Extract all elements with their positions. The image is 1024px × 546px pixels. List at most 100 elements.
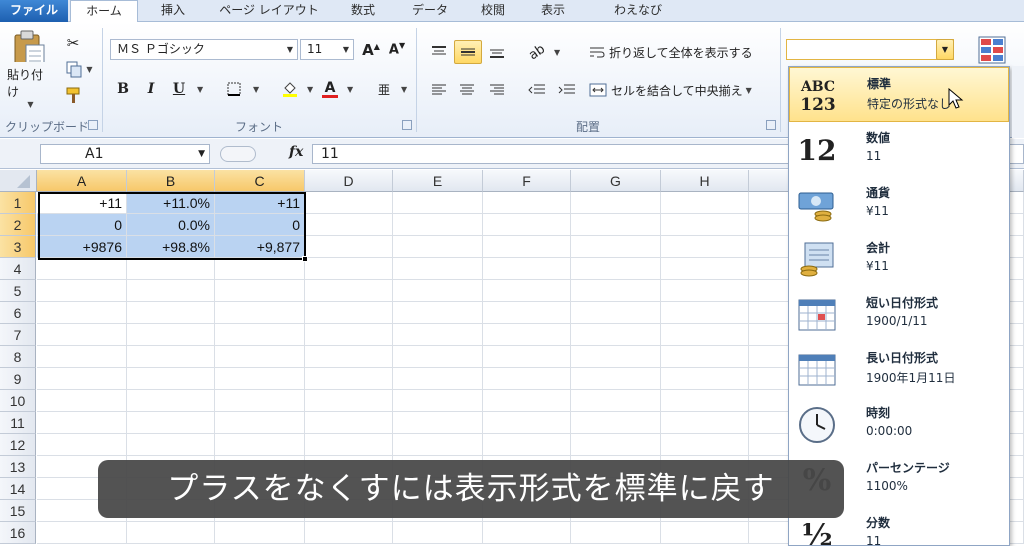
align-right-button[interactable] [484,78,510,102]
phonetic-dropdown-icon[interactable]: ▼ [401,85,407,94]
cell-empty[interactable] [305,258,393,280]
cell-empty[interactable] [127,522,215,544]
column-header-g[interactable]: G [571,170,661,192]
cell-b1[interactable]: +11.0% [127,192,215,214]
fill-handle[interactable] [302,256,308,262]
cell-empty[interactable] [483,280,571,302]
borders-button[interactable] [222,78,246,100]
cell-empty[interactable] [215,302,305,324]
cell-empty[interactable] [305,412,393,434]
cell-empty[interactable] [305,346,393,368]
font-color-button[interactable]: A [318,78,342,100]
cell-empty[interactable] [483,412,571,434]
cell-empty[interactable] [571,346,661,368]
format-item-accounting[interactable]: 会計 ¥11 [789,232,1009,287]
cell-a3[interactable]: +9876 [37,236,127,258]
cell-empty[interactable] [305,324,393,346]
bold-button[interactable]: B [112,78,134,100]
tab-view[interactable]: 表示 [530,0,576,22]
cell-empty[interactable] [127,258,215,280]
cell-a1[interactable]: +11 [37,192,127,214]
column-header-b[interactable]: B [127,170,215,192]
cell-empty[interactable] [483,434,571,456]
column-header-f[interactable]: F [483,170,571,192]
name-box[interactable]: A1 ▼ [40,144,210,164]
cell-b3[interactable]: +98.8% [127,236,215,258]
cell-empty[interactable] [393,192,483,214]
tab-page-layout[interactable]: ページ レイアウト [210,0,328,22]
column-header-h[interactable]: H [661,170,749,192]
format-item-general[interactable]: ABC 123 標準 特定の形式なし [789,67,1009,122]
conditional-format-button[interactable] [972,30,1012,70]
cell-empty[interactable] [37,412,127,434]
tab-waenavi[interactable]: わえなび [600,0,676,22]
cell-empty[interactable] [215,258,305,280]
align-bottom-button[interactable] [484,40,510,64]
row-header-14[interactable]: 14 [0,478,36,500]
cell-empty[interactable] [305,280,393,302]
row-header-10[interactable]: 10 [0,390,36,412]
cell-empty[interactable] [571,434,661,456]
font-launcher-icon[interactable] [402,120,412,130]
row-header-3[interactable]: 3 [0,236,36,258]
cell-empty[interactable] [483,324,571,346]
row-header-1[interactable]: 1 [0,192,36,214]
tab-home[interactable]: ホーム [70,0,138,23]
cell-empty[interactable] [305,302,393,324]
cell-empty[interactable] [215,434,305,456]
cell-empty[interactable] [661,390,749,412]
merge-center-dropdown-icon[interactable]: ▼ [746,86,752,95]
font-size-dropdown-icon[interactable]: ▼ [343,40,349,59]
row-header-15[interactable]: 15 [0,500,36,522]
cell-empty[interactable] [483,368,571,390]
cell-empty[interactable] [37,280,127,302]
cell-empty[interactable] [393,214,483,236]
orientation-button[interactable]: ab [524,40,550,64]
cell-empty[interactable] [661,192,749,214]
cell-empty[interactable] [483,192,571,214]
fill-color-dropdown-icon[interactable]: ▼ [307,85,313,94]
cell-empty[interactable] [483,214,571,236]
format-item-currency[interactable]: 通貨 ¥11 [789,177,1009,232]
number-format-dropdown-button[interactable]: ▼ [936,39,954,60]
cell-empty[interactable] [127,346,215,368]
row-header-13[interactable]: 13 [0,456,36,478]
format-item-time[interactable]: 時刻 0:00:00 [789,397,1009,452]
cell-empty[interactable] [571,412,661,434]
grow-font-button[interactable]: A▲ [360,39,382,60]
cell-empty[interactable] [661,368,749,390]
cell-empty[interactable] [215,346,305,368]
row-header-4[interactable]: 4 [0,258,36,280]
underline-dropdown-icon[interactable]: ▼ [197,85,203,94]
row-header-8[interactable]: 8 [0,346,36,368]
decrease-indent-button[interactable] [524,78,550,102]
cell-empty[interactable] [37,258,127,280]
cell-empty[interactable] [37,522,127,544]
row-header-7[interactable]: 7 [0,324,36,346]
cell-empty[interactable] [127,280,215,302]
cell-empty[interactable] [305,434,393,456]
shrink-font-button[interactable]: A▼ [386,39,408,60]
cell-empty[interactable] [127,390,215,412]
font-name-combo[interactable]: ＭＳ Ｐゴシック ▼ [110,39,298,60]
row-header-11[interactable]: 11 [0,412,36,434]
format-painter-button[interactable] [62,84,84,106]
cell-empty[interactable] [37,434,127,456]
row-header-5[interactable]: 5 [0,280,36,302]
align-center-button[interactable] [454,78,480,102]
cell-empty[interactable] [571,214,661,236]
cell-empty[interactable] [661,434,749,456]
cell-empty[interactable] [215,522,305,544]
cell-empty[interactable] [483,302,571,324]
tab-review[interactable]: 校閲 [470,0,516,22]
format-item-number[interactable]: 12 数値 11 [789,122,1009,177]
row-header-2[interactable]: 2 [0,214,36,236]
wrap-text-button[interactable]: 折り返して全体を表示する [588,40,778,64]
underline-button[interactable]: U [168,78,190,100]
name-box-dropdown-icon[interactable]: ▼ [198,145,205,163]
cell-empty[interactable] [37,346,127,368]
cell-empty[interactable] [215,324,305,346]
column-header-e[interactable]: E [393,170,483,192]
cell-empty[interactable] [571,324,661,346]
cell-empty[interactable] [571,522,661,544]
